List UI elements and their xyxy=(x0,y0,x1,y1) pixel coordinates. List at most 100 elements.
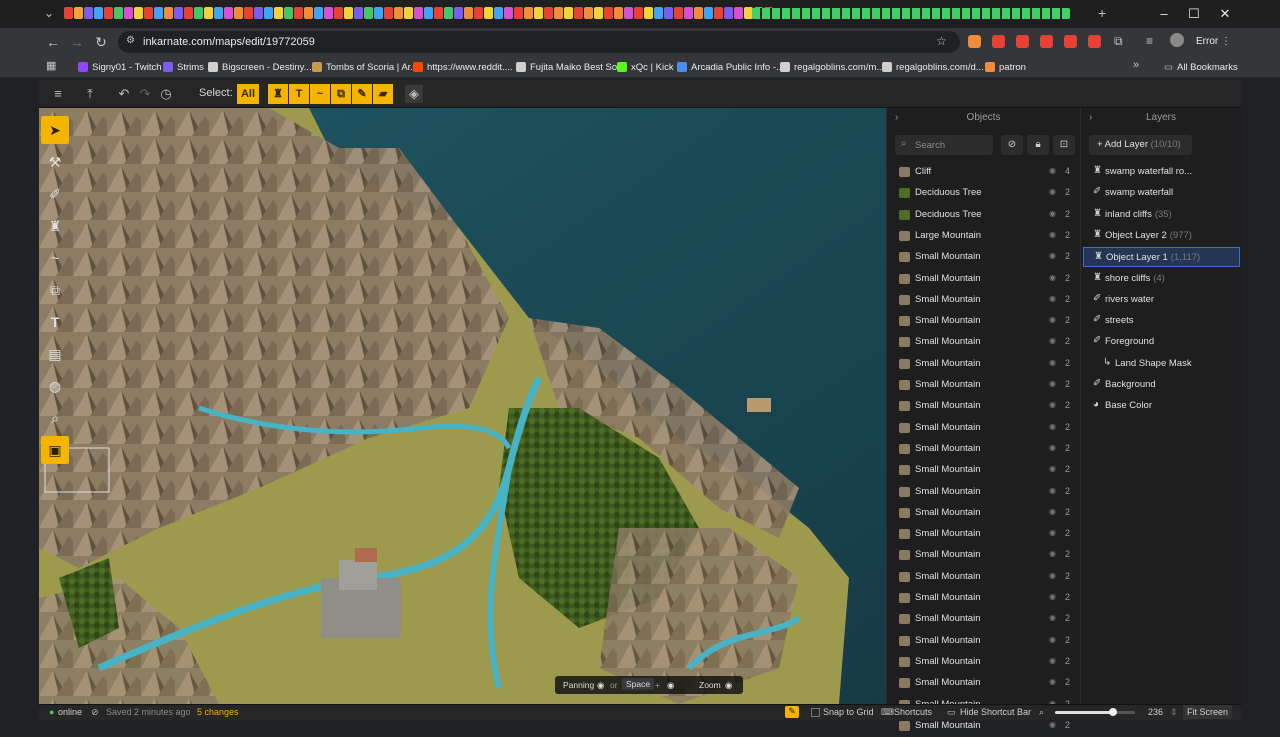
redo-icon[interactable]: ↷ xyxy=(136,85,154,103)
layer-item[interactable]: ♜ shore cliffs (4) xyxy=(1083,269,1240,289)
object-list-item[interactable]: Small Mountain ◉ 2 xyxy=(887,631,1081,652)
object-list-item[interactable]: Small Mountain ◉ 2 xyxy=(887,269,1081,290)
shortcuts-button[interactable]: Shortcuts xyxy=(894,707,932,717)
object-list-item[interactable]: Small Mountain ◉ 2 xyxy=(887,418,1081,439)
pinned-tab-favicon[interactable] xyxy=(694,7,703,19)
add-layer-button[interactable]: + Add Layer (10/10) xyxy=(1089,135,1192,155)
maximize-icon[interactable]: ☐ xyxy=(1180,5,1208,23)
pinned-tab-favicon[interactable] xyxy=(134,7,143,19)
all-bookmarks-folder[interactable]: ▭ All Bookmarks xyxy=(1164,60,1238,74)
object-visibility-icon[interactable]: ◉ xyxy=(1049,571,1056,580)
pinned-tab-favicon[interactable] xyxy=(524,7,533,19)
object-visibility-icon[interactable]: ◉ xyxy=(1049,209,1056,218)
object-list-item[interactable]: Deciduous Tree ◉ 2 xyxy=(887,183,1081,204)
pinned-tab-favicon[interactable] xyxy=(634,7,643,19)
snap-to-grid-checkbox[interactable] xyxy=(811,708,820,717)
layer-item[interactable]: ✐ Foreground xyxy=(1083,332,1240,352)
object-visibility-icon[interactable]: ◉ xyxy=(1049,486,1056,495)
pinned-tab-favicon[interactable] xyxy=(164,7,173,19)
fit-screen-button[interactable]: Fit Screen xyxy=(1183,705,1233,719)
pinned-tab-favicon[interactable] xyxy=(434,7,443,19)
objects-search[interactable]: ⌕ xyxy=(895,135,993,155)
zoom-tool-icon[interactable]: ⌕ xyxy=(41,404,69,432)
pinned-tab-favicon[interactable] xyxy=(544,7,553,19)
omnibox[interactable]: ⚙ inkarnate.com/maps/edit/19772059 ☆ xyxy=(118,31,960,53)
pinned-tab-favicon[interactable] xyxy=(614,7,623,19)
zoom-stepper-icon[interactable]: ⇕ xyxy=(1170,707,1178,718)
pinned-tab-favicon[interactable] xyxy=(664,7,673,19)
pinned-tab-favicon[interactable] xyxy=(674,7,683,19)
object-list-item[interactable]: Cliff ◉ 4 xyxy=(887,162,1081,183)
layer-item[interactable]: ♜ Object Layer 1 (1,117) xyxy=(1083,247,1240,268)
object-visibility-icon[interactable]: ◉ xyxy=(1049,166,1056,175)
pinned-tab-favicon[interactable] xyxy=(204,7,213,19)
object-visibility-icon[interactable]: ◉ xyxy=(1049,592,1056,601)
layer-item[interactable]: ◕ Base Color xyxy=(1083,396,1240,416)
pinned-tab-favicon[interactable] xyxy=(594,7,603,19)
layer-item[interactable]: ♜ inland cliffs (35) xyxy=(1083,205,1240,225)
pinned-tab-favicon[interactable] xyxy=(484,7,493,19)
pinned-tab-favicon[interactable] xyxy=(344,7,353,19)
object-list-item[interactable]: Small Mountain ◉ 2 xyxy=(887,247,1081,268)
bookmark-item[interactable]: Bigscreen - Destiny... xyxy=(208,60,312,74)
extension-icon[interactable] xyxy=(1016,35,1029,48)
pinned-tab-favicon[interactable] xyxy=(84,7,93,19)
pinned-tab-favicon[interactable] xyxy=(704,7,713,19)
bookmark-item[interactable]: Arcadia Public Info -... xyxy=(677,60,784,74)
object-list-item[interactable]: Small Mountain ◉ 2 xyxy=(887,588,1081,609)
object-list-item[interactable]: Deciduous Tree ◉ 2 xyxy=(887,205,1081,226)
pinned-tab-favicon[interactable] xyxy=(554,7,563,19)
select-text-icon[interactable]: T xyxy=(289,84,309,104)
pinned-tab-favicon[interactable] xyxy=(624,7,633,19)
pinned-tab-favicon[interactable] xyxy=(644,7,653,19)
object-visibility-icon[interactable]: ◉ xyxy=(1049,528,1056,537)
close-window-icon[interactable]: ✕ xyxy=(1211,5,1239,23)
pinned-tab-favicon[interactable] xyxy=(244,7,253,19)
pinned-tab-favicon[interactable] xyxy=(734,7,743,19)
object-visibility-icon[interactable]: ◉ xyxy=(1049,400,1056,409)
bookmark-item[interactable]: Fujita Maiko Best So... xyxy=(516,60,625,74)
reading-list-icon[interactable]: ≡ xyxy=(1146,34,1153,48)
object-list-item[interactable]: Small Mountain ◉ 2 xyxy=(887,524,1081,545)
object-list-item[interactable]: Small Mountain ◉ 2 xyxy=(887,482,1081,503)
bookmark-item[interactable]: Strims xyxy=(163,60,204,74)
object-visibility-icon[interactable]: ◉ xyxy=(1049,443,1056,452)
object-tool-icon[interactable]: ♜ xyxy=(41,212,69,240)
select-brush-icon[interactable]: ✎ xyxy=(352,84,372,104)
bookmark-item[interactable]: xQc | Kick xyxy=(617,60,674,74)
undo-icon[interactable]: ↶ xyxy=(115,85,133,103)
pinned-tab-favicon[interactable] xyxy=(654,7,663,19)
bookmark-item[interactable]: regalgoblins.com/m... xyxy=(780,60,884,74)
pinned-tab-favicon[interactable] xyxy=(364,7,373,19)
pinned-tab-favicon[interactable] xyxy=(114,7,123,19)
select-objects-icon[interactable]: ♜ xyxy=(268,84,288,104)
layer-item[interactable]: ✐ swamp waterfall xyxy=(1083,183,1240,203)
site-info-icon[interactable]: ⚙ xyxy=(126,35,135,46)
pinned-tab-favicon[interactable] xyxy=(464,7,473,19)
extensions-puzzle-icon[interactable]: ⧉ xyxy=(1114,34,1123,49)
pinned-tab-favicon[interactable] xyxy=(214,7,223,19)
select-paths-icon[interactable]: ~ xyxy=(310,84,330,104)
pinned-tab-favicon[interactable] xyxy=(304,7,313,19)
object-visibility-icon[interactable]: ◉ xyxy=(1049,720,1056,729)
pinned-tab-favicon[interactable] xyxy=(604,7,613,19)
collapse-layers-icon[interactable]: › xyxy=(1089,108,1092,128)
new-tab-icon[interactable]: + xyxy=(1098,5,1106,21)
object-visibility-icon[interactable]: ◉ xyxy=(1049,358,1056,367)
objects-search-input[interactable] xyxy=(915,138,989,152)
extension-icon[interactable] xyxy=(968,35,981,48)
pinned-tab-favicon[interactable] xyxy=(404,7,413,19)
pinned-tab-favicon[interactable] xyxy=(474,7,483,19)
pinned-tab-favicon[interactable] xyxy=(104,7,113,19)
object-list-item[interactable]: Small Mountain ◉ 2 xyxy=(887,609,1081,630)
object-visibility-icon[interactable]: ◉ xyxy=(1049,273,1056,282)
pinned-tab-favicon[interactable] xyxy=(334,7,343,19)
pinned-tab-favicon[interactable] xyxy=(684,7,693,19)
pinned-tab-favicon[interactable] xyxy=(424,7,433,19)
pinned-tab-favicon[interactable] xyxy=(274,7,283,19)
profile-error-button[interactable]: Error ⋮ xyxy=(1196,34,1232,50)
pinned-tab-favicon[interactable] xyxy=(284,7,293,19)
object-list-item[interactable]: Small Mountain ◉ 2 xyxy=(887,503,1081,524)
extension-icon[interactable] xyxy=(1040,35,1053,48)
magic-wand-icon[interactable]: ✎ xyxy=(785,706,799,718)
